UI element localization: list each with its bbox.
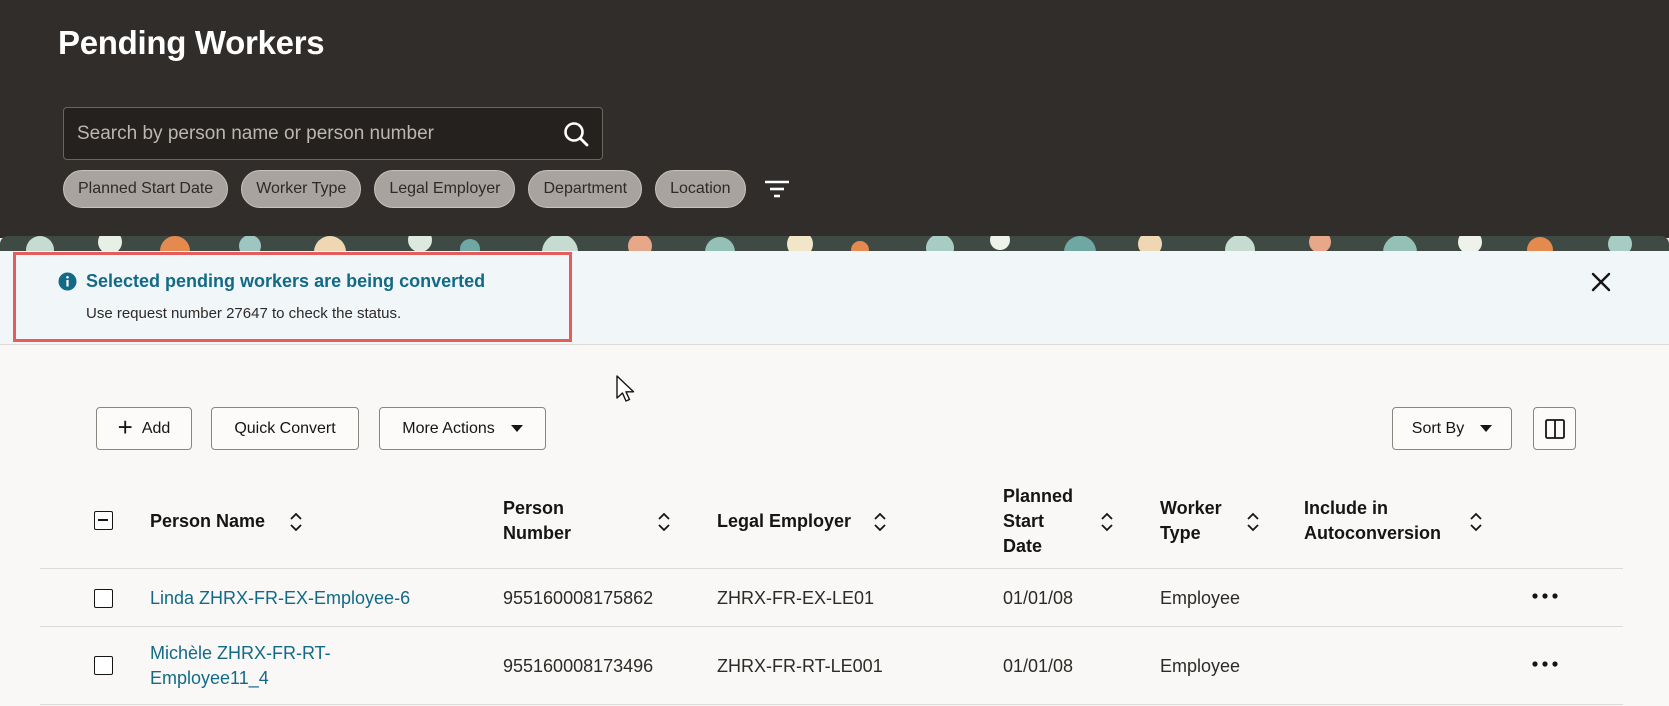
sort-icon[interactable]: [1469, 512, 1483, 532]
toggle-panel-button[interactable]: [1533, 407, 1576, 450]
message-title: Selected pending workers are being conve…: [86, 271, 486, 291]
caret-down-icon: [1480, 425, 1493, 432]
add-button[interactable]: + Add: [96, 407, 192, 450]
legal-employer-cell: ZHRX-FR-RT-LE001: [717, 656, 883, 676]
sort-icon[interactable]: [289, 512, 303, 532]
filter-icon[interactable]: [762, 177, 792, 201]
caret-down-icon: [510, 425, 523, 432]
worker-type-cell: Employee: [1160, 656, 1241, 676]
more-actions-label: More Actions: [402, 419, 495, 437]
person-number-cell: 955160008175862: [503, 588, 654, 608]
filter-chip-planned-start-date[interactable]: Planned Start Date: [63, 170, 229, 208]
plus-icon: +: [117, 412, 133, 442]
search-input[interactable]: [77, 108, 547, 159]
planned-start-date-cell: 01/01/08: [1003, 588, 1074, 608]
filter-chip-department[interactable]: Department: [528, 170, 643, 208]
page-header: Pending Workers Planned Start Date Worke…: [0, 0, 1669, 238]
select-all-checkbox[interactable]: [94, 511, 113, 530]
sort-icon[interactable]: [1246, 512, 1260, 532]
split-panel-icon: [1544, 418, 1565, 439]
person-name-link[interactable]: Linda ZHRX-FR-EX-Employee-6: [150, 586, 410, 611]
column-header-worker-type[interactable]: Worker Type: [1160, 496, 1222, 546]
close-icon[interactable]: [1589, 270, 1613, 294]
sort-icon[interactable]: [873, 512, 887, 532]
sort-by-button[interactable]: Sort By: [1392, 407, 1512, 450]
quick-convert-label: Quick Convert: [234, 419, 336, 437]
filter-chip-worker-type[interactable]: Worker Type: [241, 170, 362, 208]
sort-icon[interactable]: [1100, 512, 1114, 532]
row-checkbox[interactable]: [94, 589, 113, 608]
mouse-cursor-icon: [616, 375, 635, 402]
message-body: Use request number 27647 to check the st…: [86, 305, 402, 322]
search-box[interactable]: [63, 107, 603, 160]
column-header-include-in-autoconversion[interactable]: Include in Autoconversion: [1304, 496, 1441, 546]
sort-by-label: Sort By: [1411, 419, 1465, 437]
legal-employer-cell: ZHRX-FR-EX-LE01: [717, 588, 875, 608]
more-options-icon[interactable]: [1531, 660, 1559, 668]
quick-convert-button[interactable]: Quick Convert: [211, 407, 359, 450]
column-header-legal-employer[interactable]: Legal Employer: [717, 509, 851, 534]
filter-chips: Planned Start Date Worker Type Legal Emp…: [63, 170, 792, 208]
search-icon[interactable]: [562, 120, 590, 148]
filter-chip-location[interactable]: Location: [655, 170, 746, 208]
more-options-icon[interactable]: [1531, 592, 1559, 600]
row-checkbox[interactable]: [94, 656, 113, 675]
column-header-person-name[interactable]: Person Name: [150, 509, 265, 534]
column-header-planned-start-date[interactable]: Planned Start Date: [1003, 484, 1073, 559]
worker-type-cell: Employee: [1160, 588, 1241, 608]
column-header-person-number[interactable]: Person Number: [503, 496, 571, 546]
filter-chip-legal-employer[interactable]: Legal Employer: [374, 170, 516, 208]
info-icon: [58, 272, 77, 291]
person-number-cell: 955160008173496: [503, 656, 654, 676]
person-name-link[interactable]: Michèle ZHRX-FR-RT- Employee11_4: [150, 641, 331, 691]
row-divider: [40, 704, 1623, 705]
decorative-banner: [0, 236, 1669, 252]
page-title: Pending Workers: [58, 24, 325, 61]
more-actions-button[interactable]: More Actions: [379, 407, 546, 450]
row-divider: [40, 568, 1623, 569]
add-button-label: Add: [141, 419, 171, 437]
message-highlight: [13, 252, 572, 342]
planned-start-date-cell: 01/01/08: [1003, 656, 1074, 676]
row-divider: [40, 626, 1623, 627]
sort-icon[interactable]: [657, 512, 671, 532]
